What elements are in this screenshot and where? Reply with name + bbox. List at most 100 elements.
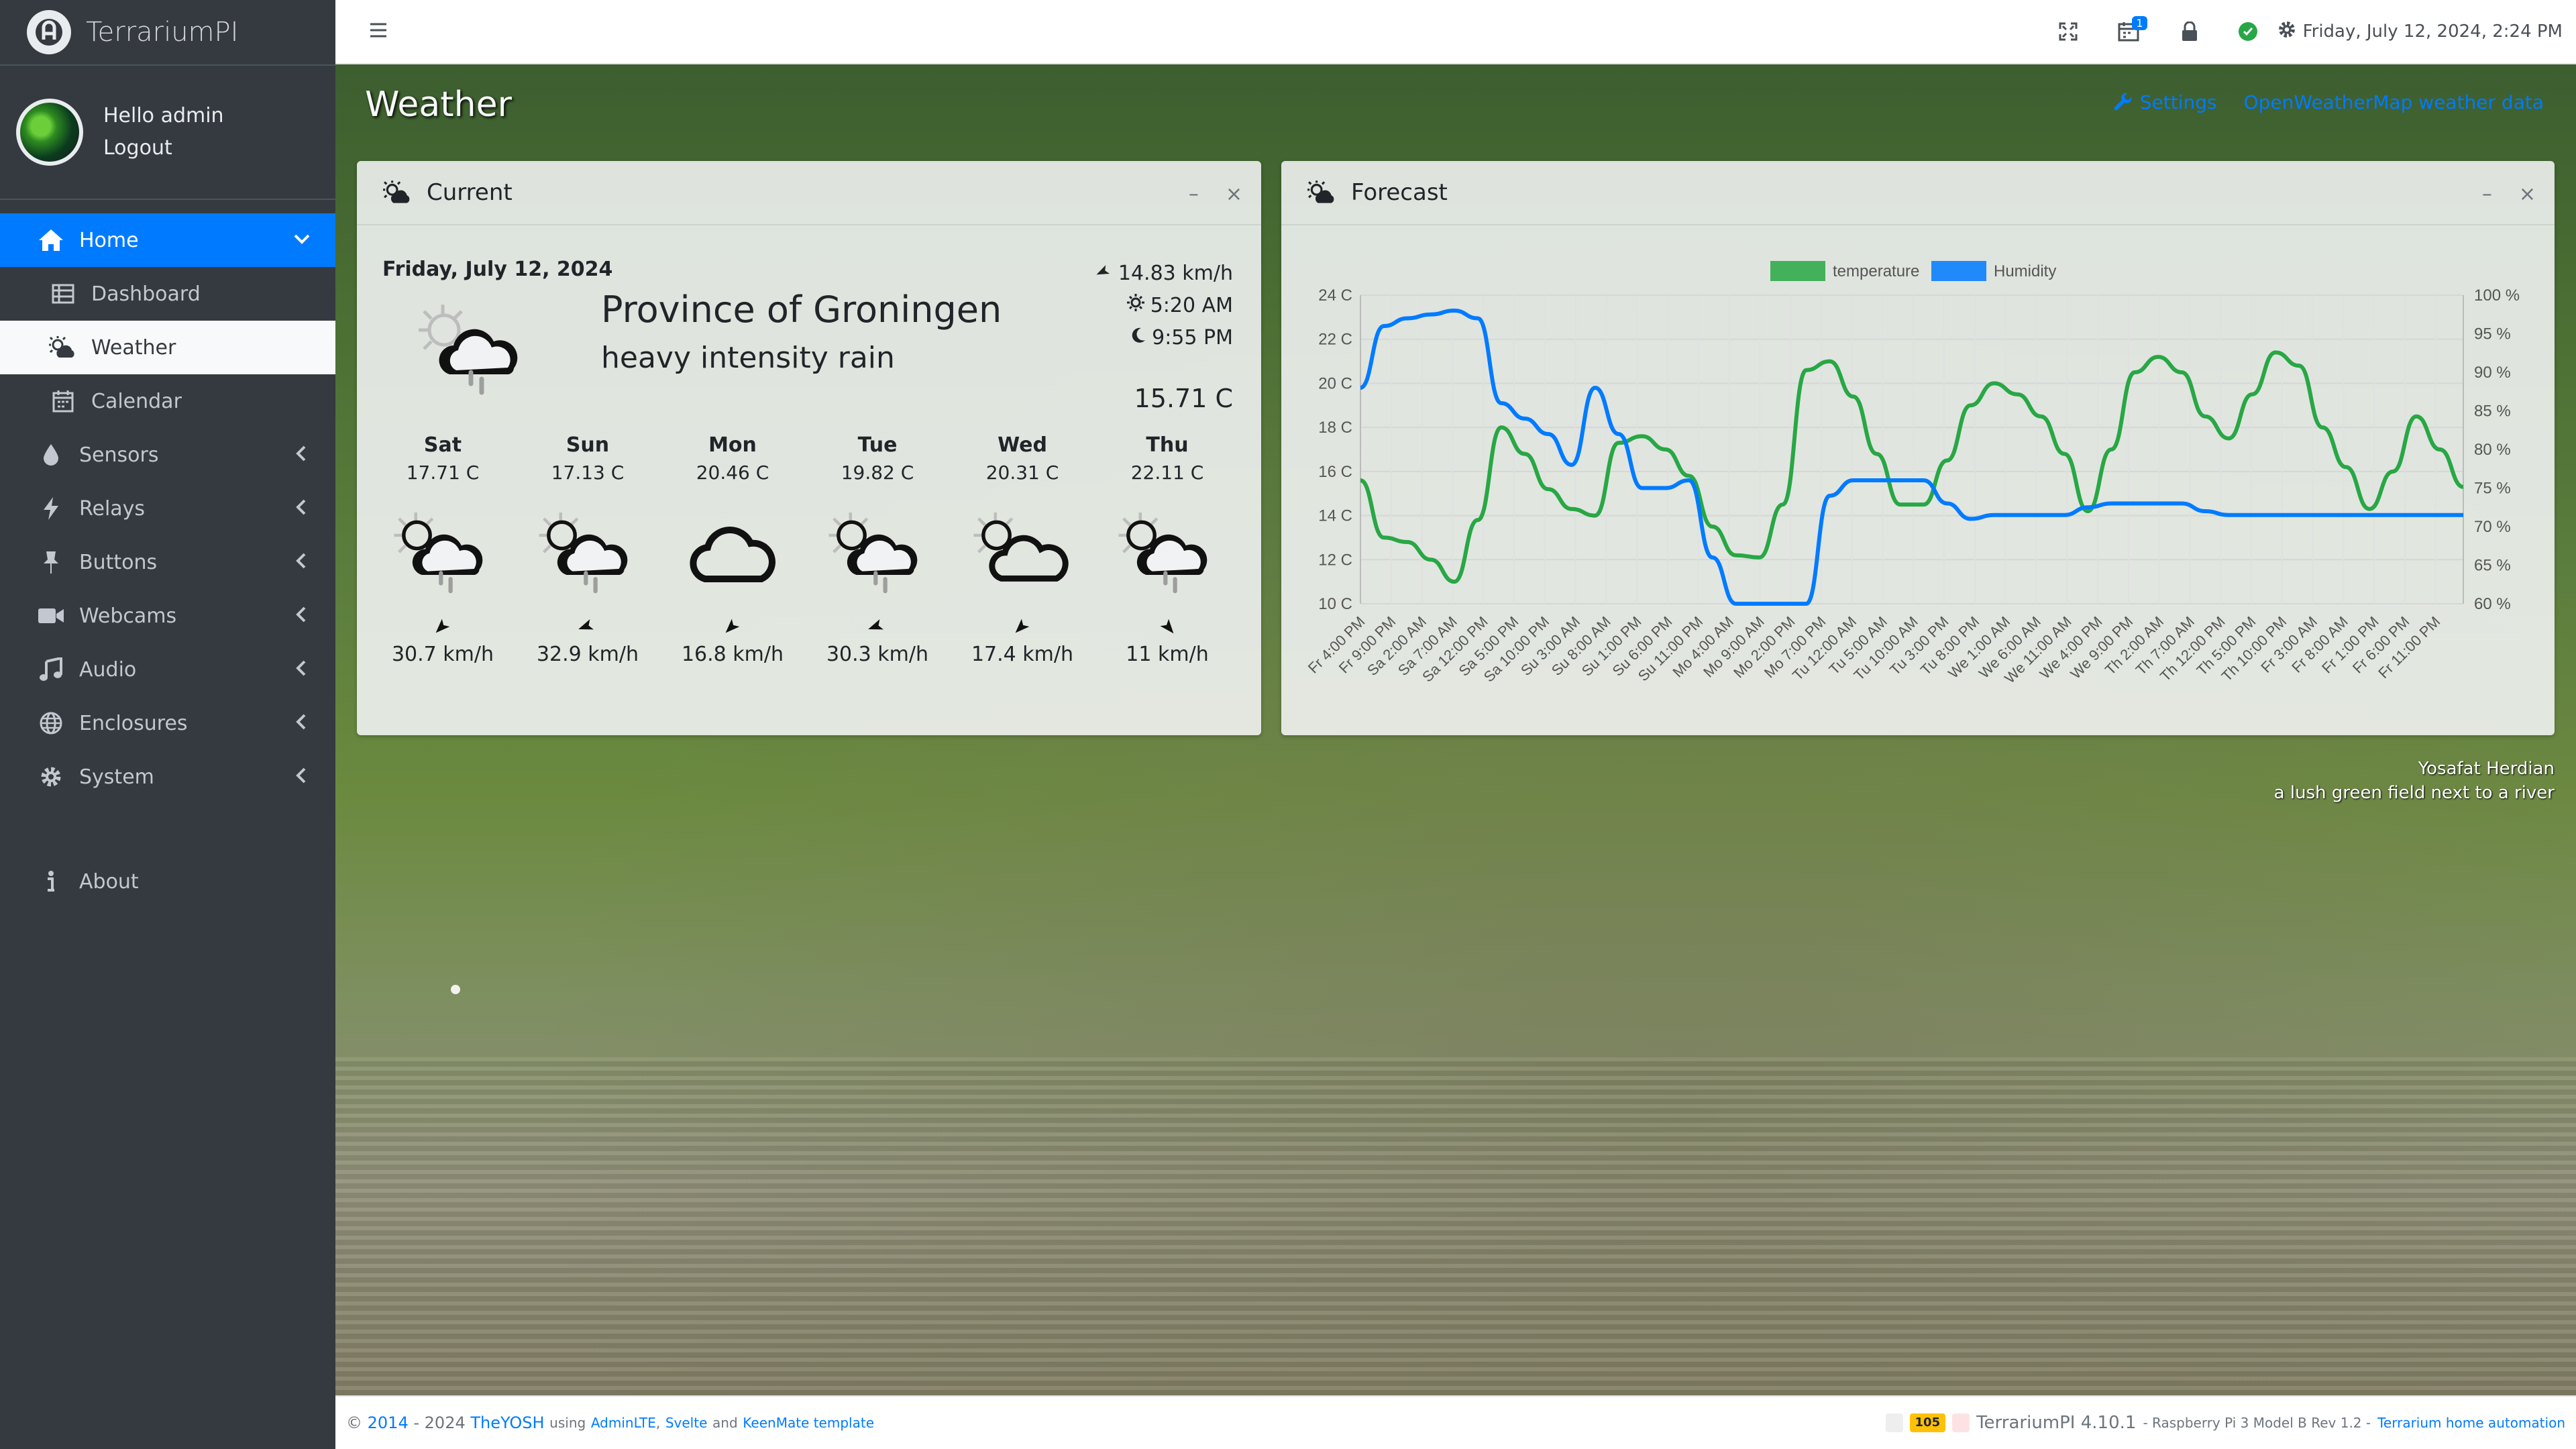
calendar-badge: 1: [2132, 16, 2147, 30]
sidebar-item-label: Dashboard: [91, 282, 201, 306]
footer-year-link[interactable]: 2014: [368, 1413, 409, 1432]
sidebar-item-system[interactable]: System: [0, 750, 335, 804]
status-check-icon[interactable]: [2238, 22, 2257, 41]
forecast-chart: 10 C 12 C 14 C 16 C 18 C 20 C 22 C 24 C 60 % 65 %…: [1305, 261, 2520, 686]
card-tools: – ×: [2482, 182, 2536, 206]
fullscreen-icon[interactable]: [2059, 22, 2078, 41]
header-links: Settings OpenWeatherMap weather data: [2113, 91, 2544, 113]
y-tick-left: 12 C: [1318, 551, 1352, 569]
current-temperature: 15.71 C: [1134, 384, 1233, 413]
footer-badge: 105: [1909, 1413, 1946, 1432]
footer-svelte-link[interactable]: Svelte: [665, 1415, 708, 1431]
settings-gear-icon: [2277, 20, 2296, 44]
decorative-flower: [451, 985, 460, 994]
minimize-icon[interactable]: –: [1189, 182, 1199, 206]
sidebar-item-label: Audio: [79, 657, 137, 682]
wind-stat: 14.83 km/h: [1095, 258, 1233, 290]
close-icon[interactable]: ×: [1226, 182, 1242, 206]
sidebar-item-weather[interactable]: Weather: [0, 321, 335, 374]
minimize-icon[interactable]: –: [2482, 182, 2492, 206]
footer-keenmate-link[interactable]: KeenMate template: [743, 1415, 874, 1431]
terrariumpi-logo-icon: [27, 10, 71, 54]
y-tick-right: 95 %: [2474, 325, 2511, 343]
current-description: heavy intensity rain: [601, 341, 895, 375]
footer: © 2014 - 2024 TheYOSH using AdminLTE , S…: [335, 1395, 2576, 1449]
sidebar-item-calendar[interactable]: Calendar: [0, 374, 335, 428]
day-name: Tue: [857, 433, 898, 457]
sidebar-item-dashboard[interactable]: Dashboard: [0, 267, 335, 321]
brand-text: TerrariumPI: [86, 17, 239, 48]
sunrise-time: 5:20 AM: [1150, 294, 1233, 317]
wind-direction-icon: [950, 609, 1095, 643]
sidebar-item-enclosures[interactable]: Enclosures: [0, 696, 335, 750]
sidebar-item-relays[interactable]: Relays: [0, 482, 335, 535]
sun-cloud-rain-icon: [515, 495, 660, 609]
legend-label: temperature: [1833, 262, 1919, 280]
y-tick-left: 16 C: [1318, 463, 1352, 481]
sidebar-item-about[interactable]: About: [0, 855, 335, 908]
day-temperature: 17.13 C: [551, 462, 625, 484]
current-date: Friday, July 12, 2024: [382, 258, 613, 281]
current-location: Province of Groningen: [601, 288, 1002, 331]
day-wind-speed: 30.3 km/h: [826, 643, 929, 666]
wind-direction-icon: [1095, 609, 1240, 643]
sunset-time: 9:55 PM: [1152, 326, 1233, 350]
footer-homepage-link[interactable]: Terrarium home automation: [2377, 1415, 2565, 1431]
footer-device: - Raspberry Pi 3 Model B Rev 1.2 -: [2143, 1415, 2371, 1431]
hamburger-menu-icon[interactable]: [369, 22, 388, 41]
y-tick-right: 100 %: [2474, 286, 2520, 305]
top-navbar: 1 Friday, July 12, 2024, 2:24 PM: [335, 0, 2576, 64]
calendar-icon: [47, 385, 79, 417]
wind-direction-icon: [515, 609, 660, 643]
sidebar-item-buttons[interactable]: Buttons: [0, 535, 335, 589]
forecast-day: Tue 19.82 C 30.3 km/h: [805, 433, 950, 666]
sidebar: TerrariumPI Hello admin Logout Home Dash…: [0, 0, 335, 1449]
sidebar-item-webcams[interactable]: Webcams: [0, 589, 335, 643]
photo-credit: Yosafat Herdian a lush green field next …: [2274, 757, 2555, 805]
page-title: Weather: [365, 85, 512, 125]
close-icon[interactable]: ×: [2519, 182, 2536, 206]
chevron-left-icon: [292, 444, 311, 468]
chevron-left-icon: [292, 498, 311, 522]
calendar-notification-icon[interactable]: 1: [2118, 16, 2147, 42]
brand-link[interactable]: TerrariumPI: [0, 0, 335, 66]
footer-and: and: [712, 1415, 738, 1431]
footer-adminlte-link[interactable]: AdminLTE: [591, 1415, 656, 1431]
sidebar-item-audio[interactable]: Audio: [0, 643, 335, 696]
chevron-left-icon: [292, 551, 311, 576]
footer-author-link[interactable]: TheYOSH: [470, 1413, 544, 1432]
avatar: [16, 99, 83, 166]
y-tick-right: 60 %: [2474, 595, 2511, 613]
photo-caption: a lush green field next to a river: [2273, 783, 2555, 803]
footer-using: using: [549, 1415, 586, 1431]
y-tick-right: 70 %: [2474, 518, 2511, 536]
day-name: Sat: [423, 433, 462, 457]
owm-link[interactable]: OpenWeatherMap weather data: [2244, 91, 2544, 113]
forecast-day: Wed 20.31 C 17.4 km/h: [950, 433, 1095, 666]
footer-version: TerrariumPI 4.10.1: [1976, 1413, 2137, 1433]
lock-icon[interactable]: [2181, 21, 2198, 42]
sidebar-item-home[interactable]: Home: [0, 213, 335, 267]
settings-link[interactable]: Settings: [2113, 91, 2217, 113]
current-weather-card: Current – × Friday, July 12, 2024 Provin…: [357, 161, 1261, 735]
y-tick-left: 14 C: [1318, 507, 1352, 525]
wrench-icon: [2114, 93, 2131, 110]
sidebar-item-label: Sensors: [79, 443, 159, 467]
day-temperature: 17.71 C: [406, 462, 480, 484]
y-tick-right: 80 %: [2474, 441, 2511, 459]
y-tick-left: 18 C: [1318, 419, 1352, 437]
droplet-icon: [35, 439, 67, 471]
logout-link[interactable]: Logout: [103, 132, 224, 164]
wind-direction-icon: [370, 609, 515, 643]
sun-icon: [1126, 290, 1145, 322]
footer-year-end: - 2024: [413, 1413, 466, 1432]
current-datetime: Friday, July 12, 2024, 2:24 PM: [2277, 20, 2563, 44]
sidebar-item-sensors[interactable]: Sensors: [0, 428, 335, 482]
y-tick-left: 10 C: [1318, 595, 1352, 613]
wind-direction-icon: [660, 609, 805, 643]
footer-right: 105 TerrariumPI 4.10.1 - Raspberry Pi 3 …: [1885, 1413, 2565, 1433]
legend-label: Humidity: [1994, 262, 2056, 280]
sunrise-stat: 5:20 AM: [1095, 290, 1233, 322]
sun-cloud-rain-icon: [805, 495, 950, 609]
